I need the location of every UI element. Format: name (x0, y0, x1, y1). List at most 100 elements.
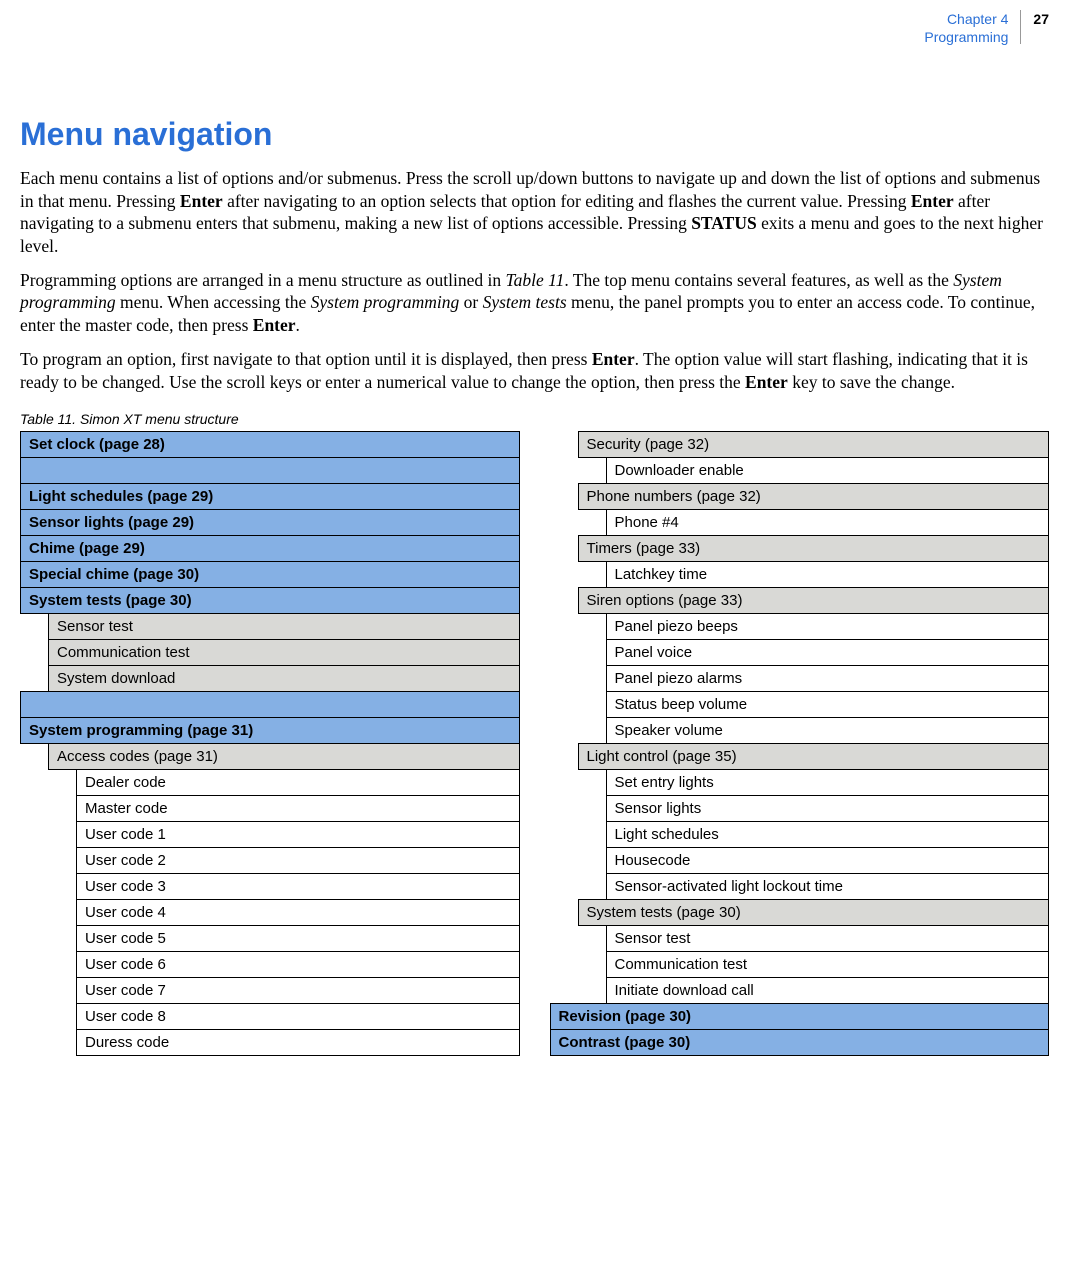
indent-spacer (550, 977, 578, 1003)
menu-row: User code 6 (21, 951, 520, 977)
indent-spacer (550, 743, 578, 769)
left-table: Set clock (page 28) Light schedules (pag… (20, 431, 520, 1056)
indent-spacer (21, 1003, 49, 1029)
left-column: Set clock (page 28) Light schedules (pag… (20, 431, 520, 1056)
menu-row: Chime (page 29) (21, 535, 520, 561)
menu-row: System programming (page 31) (21, 717, 520, 743)
indent-spacer (550, 951, 578, 977)
indent-spacer (21, 925, 49, 951)
menu-cell: User code 4 (77, 899, 520, 925)
paragraph-2: Programming options are arranged in a me… (20, 269, 1049, 336)
indent-spacer (550, 535, 578, 561)
menu-cell: Light control (page 35) (578, 743, 1049, 769)
indent-spacer (578, 977, 606, 1003)
indent-spacer (578, 951, 606, 977)
page-header: Chapter 4 Programming 27 (20, 10, 1049, 46)
indent-spacer (21, 613, 49, 639)
indent-spacer (49, 1029, 77, 1055)
menu-row: Light schedules (550, 821, 1049, 847)
menu-cell: Phone numbers (page 32) (578, 483, 1049, 509)
menu-cell: System tests (page 30) (21, 587, 520, 613)
indent-spacer (21, 769, 49, 795)
indent-spacer (550, 717, 578, 743)
menu-row (21, 457, 520, 483)
indent-spacer (578, 665, 606, 691)
menu-row: Status beep volume (550, 691, 1049, 717)
menu-row: Latchkey time (550, 561, 1049, 587)
indent-spacer (578, 925, 606, 951)
text-bold: Enter (253, 315, 296, 335)
menu-cell: Light schedules (page 29) (21, 483, 520, 509)
menu-row: User code 3 (21, 873, 520, 899)
indent-spacer (49, 899, 77, 925)
menu-row: Phone #4 (550, 509, 1049, 535)
indent-spacer (21, 795, 49, 821)
menu-row: Security (page 32) (550, 431, 1049, 457)
indent-spacer (49, 977, 77, 1003)
menu-cell: Downloader enable (606, 457, 1049, 483)
indent-spacer (550, 613, 578, 639)
menu-row: Phone numbers (page 32) (550, 483, 1049, 509)
paragraph-3: To program an option, first navigate to … (20, 348, 1049, 393)
menu-row: System tests (page 30) (21, 587, 520, 613)
menu-cell: User code 1 (77, 821, 520, 847)
indent-spacer (578, 795, 606, 821)
text: after navigating to an option selects th… (223, 191, 911, 211)
menu-cell: Light schedules (606, 821, 1049, 847)
menu-cell: Housecode (606, 847, 1049, 873)
menu-row: Speaker volume (550, 717, 1049, 743)
menu-row: Panel piezo beeps (550, 613, 1049, 639)
menu-row: User code 4 (21, 899, 520, 925)
menu-row: System download (21, 665, 520, 691)
menu-row: Set clock (page 28) (21, 431, 520, 457)
indent-spacer (578, 457, 606, 483)
text: . The top menu contains several features… (564, 270, 953, 290)
indent-spacer (49, 873, 77, 899)
text-italic: Table 11 (506, 270, 565, 290)
menu-row: Sensor test (550, 925, 1049, 951)
menu-row: Downloader enable (550, 457, 1049, 483)
indent-spacer (578, 821, 606, 847)
indent-spacer (21, 847, 49, 873)
indent-spacer (578, 873, 606, 899)
menu-row: Access codes (page 31) (21, 743, 520, 769)
menu-row: User code 5 (21, 925, 520, 951)
menu-cell: Panel piezo beeps (606, 613, 1049, 639)
paragraph-1: Each menu contains a list of options and… (20, 167, 1049, 257)
indent-spacer (21, 1029, 49, 1055)
menu-cell: User code 6 (77, 951, 520, 977)
menu-cell: System tests (page 30) (578, 899, 1049, 925)
indent-spacer (578, 847, 606, 873)
menu-structure-table: Set clock (page 28) Light schedules (pag… (20, 431, 1049, 1056)
menu-row: Sensor lights (550, 795, 1049, 821)
indent-spacer (550, 457, 578, 483)
menu-row: Panel piezo alarms (550, 665, 1049, 691)
menu-cell (21, 691, 520, 717)
text-bold: STATUS (691, 213, 757, 233)
menu-cell: Sensor lights (page 29) (21, 509, 520, 535)
menu-row: Revision (page 30) (550, 1003, 1049, 1029)
menu-cell: Sensor test (606, 925, 1049, 951)
indent-spacer (550, 587, 578, 613)
indent-spacer (49, 1003, 77, 1029)
indent-spacer (550, 431, 578, 457)
menu-row: Panel voice (550, 639, 1049, 665)
indent-spacer (550, 691, 578, 717)
menu-cell: Set entry lights (606, 769, 1049, 795)
menu-row: Siren options (page 33) (550, 587, 1049, 613)
menu-cell: Sensor lights (606, 795, 1049, 821)
indent-spacer (578, 613, 606, 639)
menu-row: Duress code (21, 1029, 520, 1055)
menu-cell: Speaker volume (606, 717, 1049, 743)
menu-cell: Phone #4 (606, 509, 1049, 535)
menu-cell: User code 8 (77, 1003, 520, 1029)
text: To program an option, first navigate to … (20, 349, 592, 369)
menu-cell: Duress code (77, 1029, 520, 1055)
header-chapter-block: Chapter 4 Programming (924, 10, 1020, 46)
indent-spacer (550, 483, 578, 509)
menu-row: Sensor-activated light lockout time (550, 873, 1049, 899)
text-bold: Enter (592, 349, 635, 369)
menu-cell: Panel piezo alarms (606, 665, 1049, 691)
text: Programming options are arranged in a me… (20, 270, 506, 290)
indent-spacer (21, 977, 49, 1003)
